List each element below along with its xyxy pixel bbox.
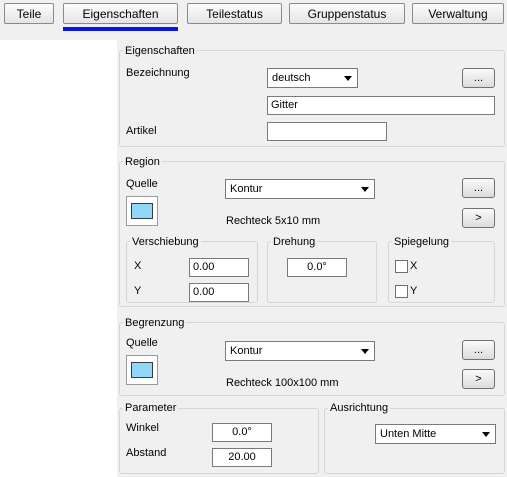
active-tab-indicator xyxy=(63,27,178,31)
tab-verwaltung[interactable]: Verwaltung xyxy=(412,3,504,24)
spiegelung-x-checkbox[interactable] xyxy=(395,260,408,273)
chevron-down-icon xyxy=(361,187,369,192)
spiegelung-y-label: Y xyxy=(410,285,418,297)
verschiebung-y-label: Y xyxy=(134,285,142,297)
language-select[interactable]: deutsch xyxy=(267,68,358,88)
chevron-down-icon xyxy=(344,76,352,81)
spiegelung-x-label: X xyxy=(410,260,418,272)
region-quelle-select[interactable]: Kontur xyxy=(225,179,375,199)
parameter-panel: Parameter Winkel 0.0° Abstand 20.00 Ausr… xyxy=(117,398,507,477)
rectangle-icon xyxy=(131,203,153,219)
region-panel: Region Quelle Kontur ... Rechteck 5x10 m… xyxy=(117,152,507,310)
begrenzung-panel: Begrenzung Quelle Kontur ... Rechteck 10… xyxy=(117,310,507,398)
artikel-label: Artikel xyxy=(126,125,157,137)
begrenzung-quelle-value: Kontur xyxy=(230,345,263,357)
begrenzung-title: Begrenzung xyxy=(123,317,187,329)
region-next-button[interactable]: > xyxy=(462,208,495,228)
tab-gruppenstatus[interactable]: Gruppenstatus xyxy=(289,3,405,24)
artikel-input[interactable] xyxy=(267,122,387,141)
parameter-title: Parameter xyxy=(123,402,179,414)
tab-eigenschaften[interactable]: Eigenschaften xyxy=(63,3,178,24)
chevron-down-icon xyxy=(482,432,490,437)
begrenzung-next-button[interactable]: > xyxy=(462,369,495,389)
region-shape-preview[interactable] xyxy=(126,196,158,226)
verschiebung-y-input[interactable]: 0.00 xyxy=(189,283,249,302)
region-description: Rechteck 5x10 mm xyxy=(226,215,321,227)
spiegelung-y-checkbox[interactable] xyxy=(395,285,408,298)
begrenzung-quelle-select[interactable]: Kontur xyxy=(225,341,375,361)
abstand-input[interactable]: 20.00 xyxy=(212,448,272,467)
ausrichtung-title: Ausrichtung xyxy=(328,402,391,414)
begrenzung-shape-preview[interactable] xyxy=(126,355,158,385)
winkel-input[interactable]: 0.0° xyxy=(212,423,272,442)
tab-teilestatus[interactable]: Teilestatus xyxy=(187,3,282,24)
bezeichnung-input[interactable]: Gitter xyxy=(267,96,495,115)
ausrichtung-select[interactable]: Unten Mitte xyxy=(375,424,496,444)
drehung-input[interactable]: 0.0° xyxy=(287,258,347,277)
bezeichnung-ellipsis-button[interactable]: ... xyxy=(462,68,495,88)
region-ellipsis-button[interactable]: ... xyxy=(462,178,495,198)
region-title: Region xyxy=(123,156,162,168)
begrenzung-ellipsis-button[interactable]: ... xyxy=(462,340,495,360)
eigenschaften-panel: Eigenschaften Bezeichnung deutsch ... Gi… xyxy=(117,40,507,152)
verschiebung-x-label: X xyxy=(134,260,142,272)
winkel-label: Winkel xyxy=(126,422,160,434)
verschiebung-x-input[interactable]: 0.00 xyxy=(189,258,249,277)
verschiebung-title: Verschiebung xyxy=(130,236,201,248)
region-quelle-label: Quelle xyxy=(126,178,158,190)
begrenzung-description: Rechteck 100x100 mm xyxy=(226,377,339,389)
region-quelle-value: Kontur xyxy=(230,183,263,195)
drehung-title: Drehung xyxy=(271,236,318,248)
eigenschaften-title: Eigenschaften xyxy=(123,45,197,57)
tab-teile[interactable]: Teile xyxy=(4,3,54,24)
ausrichtung-value: Unten Mitte xyxy=(380,428,437,440)
chevron-down-icon xyxy=(361,349,369,354)
spiegelung-title: Spiegelung xyxy=(392,236,452,248)
abstand-label: Abstand xyxy=(126,447,167,459)
begrenzung-quelle-label: Quelle xyxy=(126,337,158,349)
rectangle-icon xyxy=(131,362,153,378)
language-select-value: deutsch xyxy=(272,72,311,84)
tab-bar: Teile Eigenschaften Teilestatus Gruppens… xyxy=(0,0,507,40)
bezeichnung-label: Bezeichnung xyxy=(126,67,190,79)
